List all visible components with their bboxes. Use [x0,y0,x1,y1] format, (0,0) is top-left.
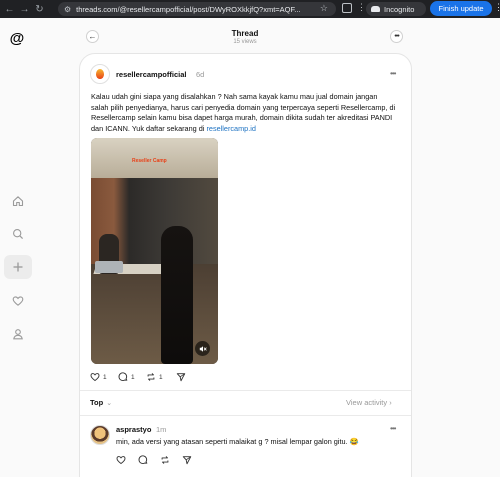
heart-icon [90,373,100,382]
post-more-icon[interactable]: ••• [390,69,396,78]
post-video[interactable]: Reseller Camp [91,138,218,364]
finish-update-button[interactable]: Finish update [430,1,492,16]
nav-home[interactable] [4,189,32,213]
reply-button[interactable]: 1 [118,372,135,382]
like-count: 1 [103,373,107,381]
more-icon: ••• [394,33,399,40]
nav-search[interactable] [4,222,32,246]
address-bar[interactable]: ⚙ threads.com/@resellercampofficial/post… [58,2,336,16]
avatar[interactable] [90,64,110,84]
search-icon [13,229,24,240]
incognito-label: Incognito [384,4,415,14]
incognito-badge[interactable]: Incognito [366,2,426,16]
reply-count: 1 [131,373,135,381]
reply-comment-button[interactable] [138,455,148,465]
page-title: Thread [231,29,259,38]
comment-icon [118,372,128,381]
bookmark-star-icon[interactable]: ☆ [320,3,328,14]
profile-icon [13,329,23,340]
share-icon [176,373,186,382]
post-username[interactable]: resellercampofficial [116,70,186,79]
post-link[interactable]: resellercamp.id [206,124,255,133]
url-text[interactable]: threads.com/@resellercampofficial/post/D… [76,5,312,14]
share-button[interactable] [176,372,186,382]
nav-create[interactable] [4,255,32,279]
post-timestamp[interactable]: 6d [196,70,204,79]
incognito-icon [371,6,380,12]
repost-button[interactable]: 1 [146,372,163,382]
reply-like-button[interactable] [116,455,126,465]
threads-logo-icon[interactable]: @ [9,31,25,47]
repost-icon [147,373,155,381]
reload-icon[interactable]: ↻ [32,4,47,15]
heart-icon [116,456,126,465]
reply-username[interactable]: asprastyo [116,425,151,434]
divider [80,415,411,416]
video-standing-person [161,226,193,364]
post-body: Kalau udah gini siapa yang disalahkan ? … [91,92,396,134]
video-watermark-logo: Reseller Camp [132,158,167,164]
home-icon [12,196,24,207]
chevron-right-icon: › [389,398,392,407]
view-activity-label: View activity [346,398,388,407]
thread-options-button[interactable]: ••• [390,30,403,43]
view-count: 15 views [233,39,257,45]
share-icon [182,456,192,465]
sort-dropdown[interactable]: Top ⌄ [90,398,112,407]
repost-count: 1 [159,373,163,381]
like-button[interactable]: 1 [90,372,107,382]
view-activity-link[interactable]: View activity › [346,398,392,407]
back-arrow-icon[interactable]: ← [2,4,17,15]
create-icon [13,262,23,272]
reply-more-icon[interactable]: ••• [390,424,396,433]
video-laptop [95,261,123,273]
mute-button[interactable] [195,341,210,356]
browser-menu-icon[interactable]: ⋮ [494,2,500,13]
reply-timestamp[interactable]: 1m [156,425,166,434]
heart-icon [12,296,24,306]
profile-switch-icon[interactable]: ⋮ [357,2,366,13]
divider [80,390,411,391]
reply-repost-button[interactable] [160,455,170,465]
resellercamp-logo-icon [96,69,104,79]
sort-label: Top [90,398,104,407]
reply-share-button[interactable] [182,455,192,465]
chevron-down-icon: ⌄ [106,400,113,407]
extensions-icon[interactable] [342,3,352,13]
reply-avatar[interactable] [90,425,110,445]
nav-profile[interactable] [4,322,32,346]
back-arrow-icon: ← [88,32,97,41]
comment-icon [138,455,148,464]
site-settings-icon[interactable]: ⚙ [64,5,71,14]
nav-activity[interactable] [4,289,32,313]
mute-icon [199,345,207,352]
reply-text: min, ada versi yang atasan seperti malai… [116,437,359,446]
repost-icon [161,456,169,464]
back-button[interactable]: ← [86,30,99,43]
forward-arrow-icon[interactable]: → [17,4,32,15]
